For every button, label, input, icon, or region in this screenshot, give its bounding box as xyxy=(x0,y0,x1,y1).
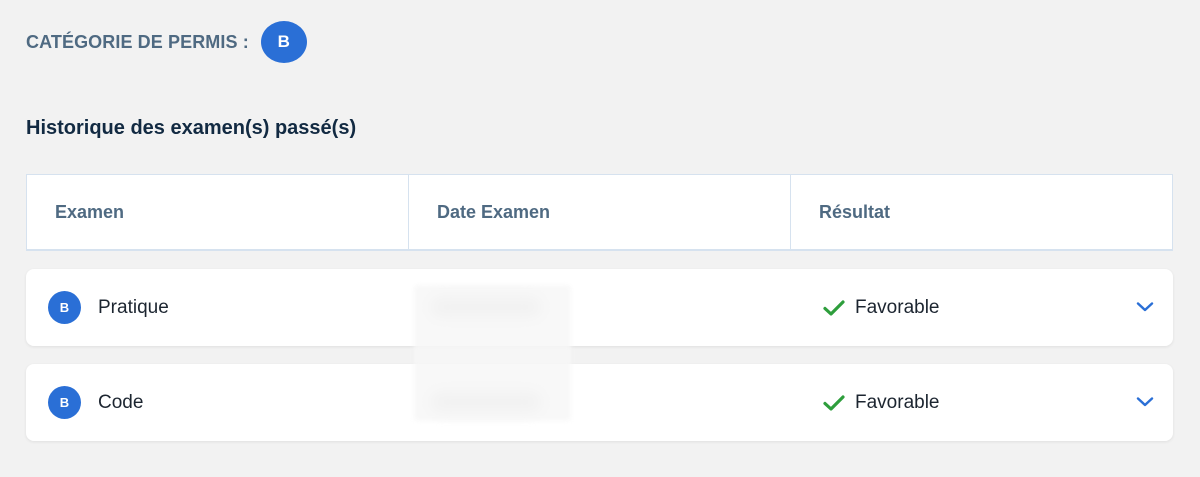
exam-table-header: Examen Date Examen Résultat xyxy=(26,174,1173,251)
check-icon xyxy=(823,394,845,411)
exam-row-pratique[interactable]: B Pratique Favorable xyxy=(26,269,1173,346)
column-header-exam: Examen xyxy=(27,175,409,249)
column-header-date: Date Examen xyxy=(409,175,791,249)
license-category-badge: B xyxy=(260,21,307,63)
exam-category-badge: B xyxy=(48,291,81,324)
exam-result: Favorable xyxy=(823,364,940,441)
check-icon xyxy=(823,299,845,316)
exam-name: Code xyxy=(98,391,144,413)
exam-result-label: Favorable xyxy=(855,391,940,413)
exam-name: Pratique xyxy=(98,296,169,318)
exam-category-badge: B xyxy=(48,386,81,419)
date-redaction-overlay xyxy=(414,285,571,421)
exam-row-code[interactable]: B Code Favorable xyxy=(26,364,1173,441)
exam-result-label: Favorable xyxy=(855,296,940,318)
license-category: CATÉGORIE DE PERMIS : B xyxy=(26,21,307,63)
license-category-label: CATÉGORIE DE PERMIS : xyxy=(26,31,249,52)
exam-history-title: Historique des examen(s) passé(s) xyxy=(26,117,357,139)
column-header-result: Résultat xyxy=(819,201,891,222)
chevron-down-icon[interactable] xyxy=(1135,394,1155,410)
exam-result: Favorable xyxy=(823,269,940,346)
chevron-down-icon[interactable] xyxy=(1135,299,1155,315)
